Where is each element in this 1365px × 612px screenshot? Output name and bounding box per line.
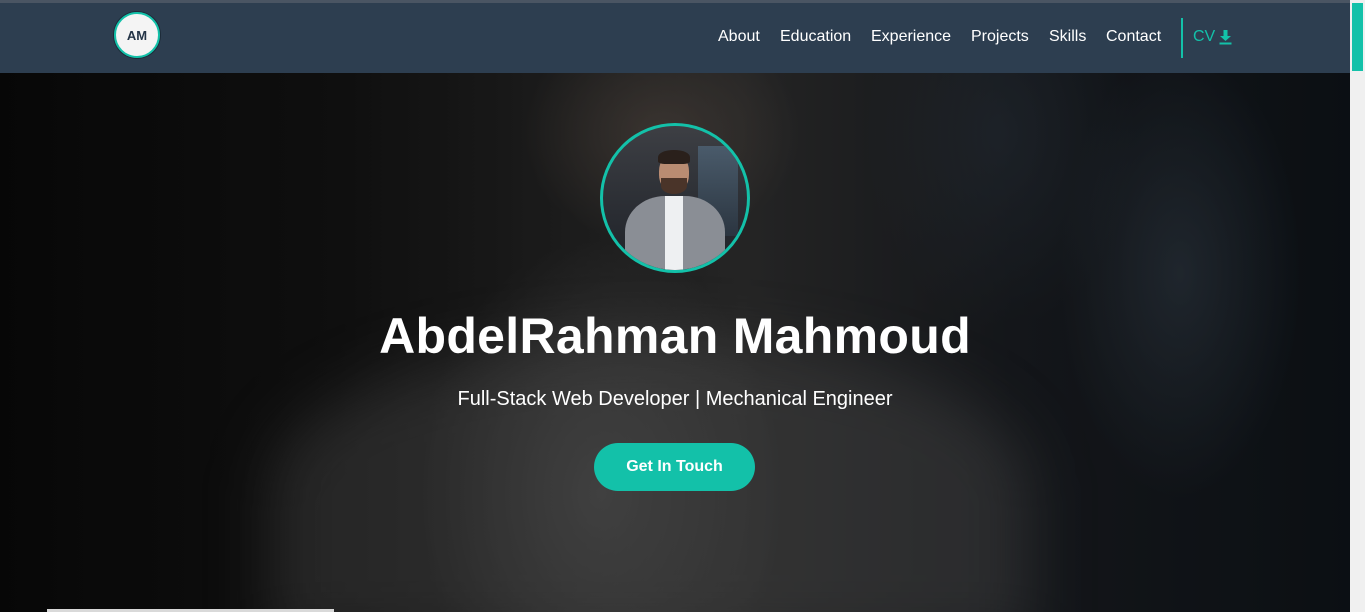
- hero-content: AbdelRahman Mahmoud Full-Stack Web Devel…: [0, 73, 1350, 612]
- hero-subtitle: Full-Stack Web Developer | Mechanical En…: [457, 388, 893, 410]
- page: AM About Education Experience Projects S…: [0, 0, 1365, 612]
- photo-shirt: [665, 196, 683, 270]
- nav-link-contact[interactable]: Contact: [1106, 28, 1161, 46]
- cv-label: CV: [1193, 28, 1216, 45]
- hero-name: AbdelRahman Mahmoud: [379, 308, 971, 364]
- cv-download-link[interactable]: CV: [1193, 28, 1232, 46]
- download-icon: [1219, 29, 1232, 45]
- nav-link-skills[interactable]: Skills: [1049, 28, 1086, 46]
- nav-link-projects[interactable]: Projects: [971, 28, 1029, 46]
- nav-link-about[interactable]: About: [718, 28, 760, 46]
- photo-beard: [661, 178, 687, 194]
- profile-photo: [600, 123, 750, 273]
- nav-links: About Education Experience Projects Skil…: [0, 3, 1350, 73]
- scrollbar-track[interactable]: [1350, 0, 1365, 612]
- get-in-touch-button[interactable]: Get In Touch: [594, 443, 755, 491]
- nav-divider: [1181, 18, 1183, 58]
- hero-section: AbdelRahman Mahmoud Full-Stack Web Devel…: [0, 73, 1350, 612]
- navbar: AM About Education Experience Projects S…: [0, 3, 1350, 73]
- scrollbar-thumb[interactable]: [1352, 3, 1363, 71]
- nav-link-education[interactable]: Education: [780, 28, 851, 46]
- nav-link-experience[interactable]: Experience: [871, 28, 951, 46]
- photo-hair: [658, 150, 690, 164]
